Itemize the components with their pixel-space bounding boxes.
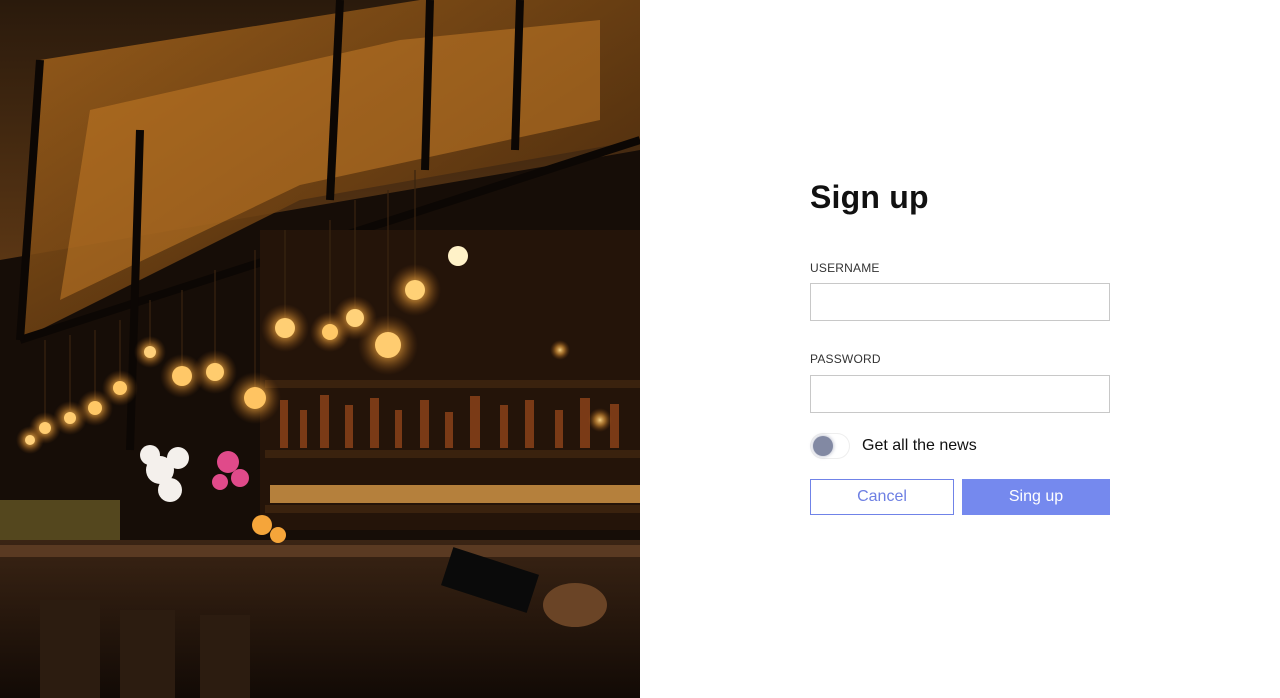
password-input[interactable] [810,375,1110,413]
page-title: Sign up [810,179,929,215]
toggle-knob [813,436,833,456]
password-label: PASSWORD [810,352,881,366]
hero-image [0,0,640,698]
signup-panel: Sign up USERNAME PASSWORD Get all the ne… [640,0,1280,698]
newsletter-toggle[interactable] [810,433,850,459]
signup-button[interactable]: Sing up [962,479,1110,515]
username-input[interactable] [810,283,1110,321]
bar-interior-illustration [0,0,640,698]
newsletter-label: Get all the news [862,437,977,454]
cancel-button[interactable]: Cancel [810,479,954,515]
username-label: USERNAME [810,261,880,275]
